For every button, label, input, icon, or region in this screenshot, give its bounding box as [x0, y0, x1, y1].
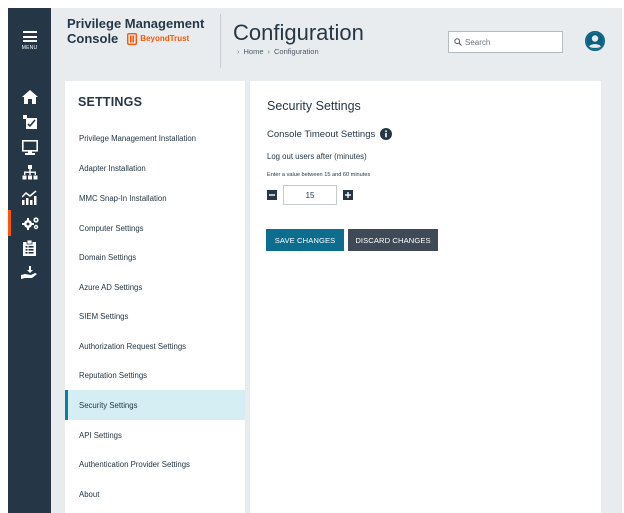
settings-item-domain-settings[interactable]: Domain Settings: [65, 242, 245, 272]
top-header: Privilege Management Console BeyondTrust…: [51, 8, 622, 74]
breadcrumb-home[interactable]: Home: [244, 47, 264, 56]
console-timeout-section: Console Timeout Settings: [267, 128, 393, 140]
info-icon[interactable]: [380, 128, 393, 140]
settings-item-mmc-snap-in-installation[interactable]: MMC Snap-In Installation: [65, 183, 245, 213]
settings-item-about[interactable]: About: [65, 479, 245, 509]
breadcrumb: › Home › Configuration: [237, 47, 319, 56]
page-title: Configuration: [233, 20, 364, 45]
app-window: MENU Privilege Management Console Beyond…: [8, 8, 622, 513]
menu-label: MENU: [21, 45, 38, 51]
screen: MENU Privilege Management Console Beyond…: [0, 0, 624, 513]
timeout-stepper: 15: [267, 185, 353, 205]
nav-configuration[interactable]: [8, 210, 51, 236]
hand-download-icon: [21, 266, 37, 279]
header-divider: [220, 14, 221, 68]
nav-hierarchy[interactable]: [8, 159, 51, 185]
search-input[interactable]: Search: [448, 31, 563, 53]
analytics-icon: [21, 189, 36, 205]
timeout-input[interactable]: 15: [283, 185, 337, 205]
panel-title: Security Settings: [267, 99, 361, 113]
nav-tasks[interactable]: [8, 109, 51, 135]
settings-item-reputation-settings[interactable]: Reputation Settings: [65, 360, 245, 390]
settings-nav: SETTINGS Privilege Management Installati…: [65, 81, 245, 513]
discard-changes-button[interactable]: DISCARD CHANGES: [348, 229, 438, 251]
left-nav-rail: MENU: [8, 8, 51, 513]
settings-item-siem-settings[interactable]: SIEM Settings: [65, 301, 245, 331]
search-icon: [454, 38, 462, 46]
save-changes-button[interactable]: SAVE CHANGES: [266, 229, 344, 251]
settings-item-authentication-provider-settings[interactable]: Authentication Provider Settings: [65, 449, 245, 479]
section-title: Console Timeout Settings: [267, 128, 376, 140]
nav-computers[interactable]: [8, 134, 51, 160]
minus-icon: [269, 194, 275, 196]
hierarchy-icon: [22, 164, 37, 179]
clipboard-icon: [23, 240, 36, 256]
beyondtrust-logo: BeyondTrust: [127, 32, 190, 45]
breadcrumb-configuration: Configuration: [274, 47, 319, 56]
settings-item-api-settings[interactable]: API Settings: [65, 420, 245, 450]
search-placeholder: Search: [465, 37, 491, 47]
settings-item-security-settings[interactable]: Security Settings: [65, 390, 245, 420]
settings-item-azure-ad-settings[interactable]: Azure AD Settings: [65, 272, 245, 302]
brand-line-1: Privilege Management: [67, 16, 205, 31]
beyondtrust-mark-icon: [127, 32, 138, 45]
home-icon: [21, 90, 38, 104]
settings-item-adapter-installation[interactable]: Adapter Installation: [65, 153, 245, 183]
nav-downloads[interactable]: [8, 260, 51, 286]
settings-heading: SETTINGS: [78, 95, 143, 109]
beyondtrust-wordmark: BeyondTrust: [140, 34, 190, 43]
increment-button[interactable]: [343, 190, 353, 200]
settings-item-computer-settings[interactable]: Computer Settings: [65, 213, 245, 243]
chevron-right-icon: ›: [267, 47, 271, 56]
chevron-right-icon: ›: [237, 47, 240, 56]
plus-icon: [345, 192, 351, 198]
gears-icon: [22, 217, 39, 230]
security-settings-panel: Security Settings Console Timeout Settin…: [250, 81, 601, 513]
settings-item-privilege-management-installation[interactable]: Privilege Management Installation: [65, 123, 245, 153]
monitor-icon: [21, 139, 38, 155]
nav-analytics[interactable]: [8, 184, 51, 210]
nav-reports[interactable]: [8, 235, 51, 261]
menu-button[interactable]: MENU: [8, 8, 51, 74]
decrement-button[interactable]: [267, 190, 277, 200]
brand-line-2: Console: [67, 31, 119, 46]
hamburger-icon: [22, 31, 37, 42]
brand-logo[interactable]: Privilege Management Console BeyondTrust: [67, 16, 205, 47]
user-avatar-icon[interactable]: [585, 31, 605, 51]
timeout-hint: Enter a value between 15 and 60 minutes: [267, 172, 371, 178]
timeout-label: Log out users after (minutes): [267, 152, 367, 161]
nav-home[interactable]: [8, 84, 51, 110]
settings-item-authorization-request-settings[interactable]: Authorization Request Settings: [65, 331, 245, 361]
task-icon: [22, 115, 37, 129]
